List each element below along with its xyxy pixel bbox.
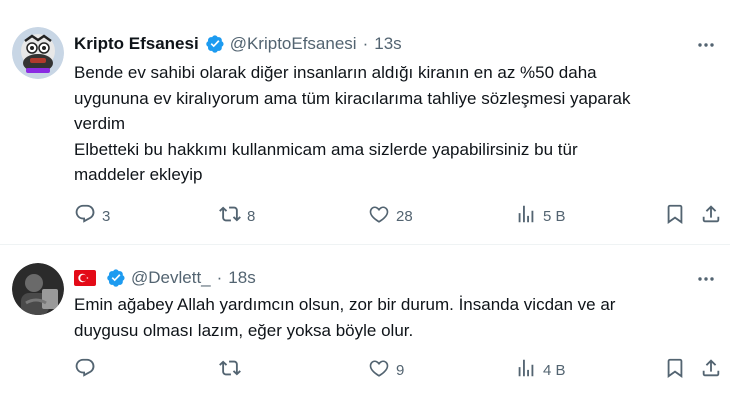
repost-icon bbox=[219, 203, 241, 229]
tweet-text-line: Elbetteki bu hakkımı kullanmicam ama siz… bbox=[74, 139, 578, 159]
reply-icon bbox=[74, 203, 96, 229]
share-button[interactable] bbox=[700, 204, 722, 228]
like-count: 28 bbox=[396, 207, 413, 225]
author-handle[interactable]: @Devlett_ bbox=[131, 268, 211, 288]
author-name[interactable]: Kripto Efsanesi bbox=[74, 34, 199, 54]
tweet-text-line: Emin ağabey Allah yardımcın olsun, zor b… bbox=[74, 295, 616, 314]
tweet-header: @Devlett_ · 18s bbox=[74, 266, 256, 290]
repost-button[interactable] bbox=[219, 358, 247, 382]
reply-icon bbox=[74, 357, 96, 383]
timestamp[interactable]: 13s bbox=[374, 34, 401, 54]
views-button[interactable]: 4 B bbox=[515, 358, 566, 382]
more-options-icon[interactable] bbox=[694, 267, 718, 291]
bookmark-icon bbox=[664, 203, 686, 229]
share-icon bbox=[700, 357, 722, 383]
more-options-icon[interactable] bbox=[694, 33, 718, 57]
tweet-text-line: uygununa ev kiralıyorum ama tüm kiracıla… bbox=[74, 88, 631, 108]
views-button[interactable]: 5 B bbox=[515, 204, 566, 228]
like-count: 9 bbox=[396, 361, 405, 379]
timestamp[interactable]: 18s bbox=[228, 268, 255, 288]
verified-badge-icon bbox=[205, 34, 225, 54]
tweet-text: Bende ev sahibi olarak diğer insanların … bbox=[74, 60, 714, 188]
views-count: 5 B bbox=[543, 207, 566, 225]
tweet-actions: 3 8 28 5 B bbox=[74, 204, 724, 228]
bookmark-button[interactable] bbox=[664, 204, 686, 228]
tweet-text-line: verdim bbox=[74, 114, 126, 133]
bookmark-button[interactable] bbox=[664, 358, 686, 382]
views-chart-icon bbox=[515, 203, 537, 229]
reply-button[interactable]: 3 bbox=[74, 204, 110, 228]
author-handle[interactable]: @KriptoEfsanesi bbox=[230, 34, 357, 54]
tweet-text-line: duygusu olması lazım, eğer yoksa böyle o… bbox=[74, 320, 414, 340]
separator-dot: · bbox=[362, 34, 369, 53]
tweet-header: Kripto Efsanesi @KriptoEfsanesi · 13s bbox=[74, 32, 402, 56]
repost-count: 8 bbox=[247, 207, 256, 225]
repost-icon bbox=[219, 357, 241, 383]
tweet-actions: 9 4 B bbox=[74, 358, 724, 382]
separator-dot: · bbox=[216, 268, 223, 287]
tweet-text: Emin ağabey Allah yardımcın olsun, zor b… bbox=[74, 292, 714, 343]
tweet-text-line: Bende ev sahibi olarak diğer insanların … bbox=[74, 63, 597, 82]
views-count: 4 B bbox=[543, 361, 566, 379]
reply-button[interactable] bbox=[74, 358, 102, 382]
tweet-text-line: maddeler ekleyip bbox=[74, 165, 203, 184]
heart-icon bbox=[368, 203, 390, 229]
bookmark-icon bbox=[664, 357, 686, 383]
tweet[interactable]: @Devlett_ · 18s Emin ağabey Allah yardım… bbox=[0, 245, 730, 420]
views-chart-icon bbox=[515, 357, 537, 383]
verified-badge-icon bbox=[106, 268, 126, 288]
like-button[interactable]: 9 bbox=[368, 358, 404, 382]
repost-button[interactable]: 8 bbox=[219, 204, 255, 228]
reply-count: 3 bbox=[102, 207, 111, 225]
like-button[interactable]: 28 bbox=[368, 204, 413, 228]
share-button[interactable] bbox=[700, 358, 722, 382]
avatar[interactable] bbox=[12, 263, 64, 315]
avatar[interactable] bbox=[12, 27, 64, 79]
heart-icon bbox=[368, 357, 390, 383]
tweet[interactable]: Kripto Efsanesi @KriptoEfsanesi · 13s Be… bbox=[0, 0, 730, 245]
share-icon bbox=[700, 203, 722, 229]
turkey-flag-icon bbox=[74, 270, 96, 286]
